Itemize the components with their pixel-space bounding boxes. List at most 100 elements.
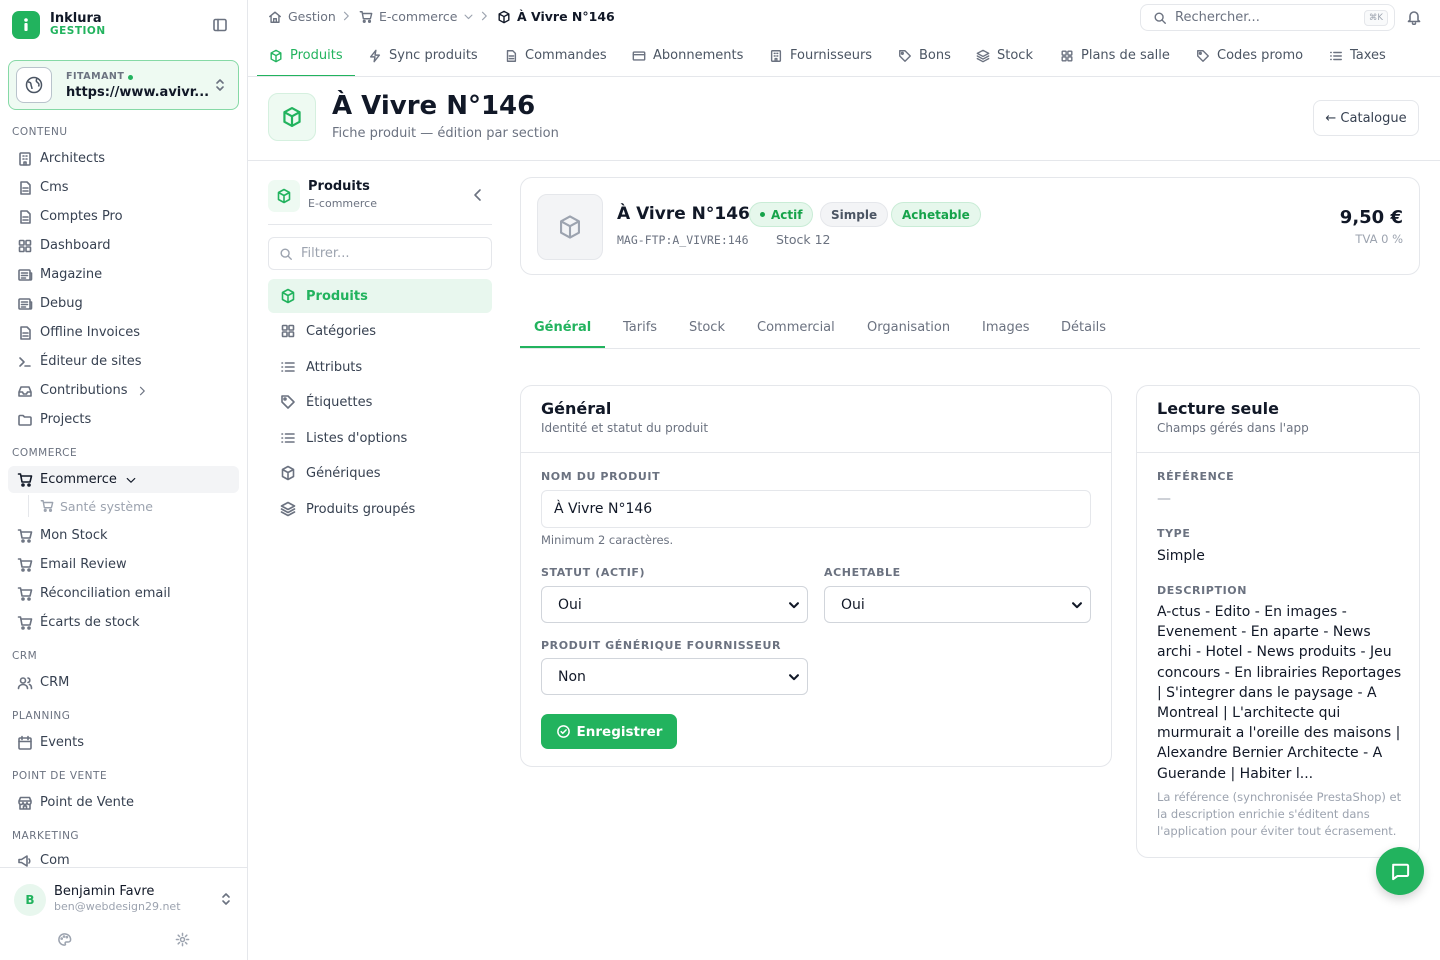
chat-button[interactable] [1376,847,1424,895]
home-icon [269,10,281,23]
reference-value: — [1157,491,1171,507]
sidebar-item-events[interactable]: Events [8,729,239,756]
tab-commercial[interactable]: Commercial [757,320,835,335]
sidebar-item-email-review[interactable]: Email Review [8,551,239,578]
back-to-catalogue-button[interactable]: ← Catalogue [1313,100,1419,136]
breadcrumb-ecommerce[interactable]: E-commerce [359,9,480,24]
tab-tarifs[interactable]: Tarifs [623,320,657,335]
status-dot [760,212,765,217]
sidebar-item-dashboard[interactable]: Dashboard [8,232,239,259]
purchasable-select[interactable]: Oui [824,586,1091,623]
sidebar-item-mon-stock[interactable]: Mon Stock [8,522,239,549]
subnav-item-produits[interactable]: Produits [268,279,492,313]
file-icon [506,49,517,62]
chevron-right-icon [343,11,349,21]
tab-fournisseurs[interactable]: Fournisseurs [769,34,872,76]
section-tabs: Général Tarifs Stock Commercial Organisa… [520,310,1420,349]
cart-icon [359,10,373,23]
subnav-item-attributs[interactable]: Attributs [268,350,492,384]
tab-taxes[interactable]: Taxes [1329,34,1386,76]
tab-details[interactable]: Détails [1061,320,1106,335]
sidebar-item-com[interactable]: Com [8,849,239,867]
subnav-item-listes-options[interactable]: Listes d'options [268,421,492,455]
subnav-item-generiques[interactable]: Génériques [268,456,492,490]
tab-stock[interactable]: Stock [976,34,1033,76]
chevron-left-icon[interactable] [470,187,486,203]
sidebar-item-projects[interactable]: Projects [8,406,239,433]
section-commerce: COMMERCE [12,447,78,459]
terminal-icon [19,356,31,367]
sidebar-item-reconciliation-email[interactable]: Réconciliation email [8,580,239,607]
box-icon [270,49,282,62]
sidebar-item-contributions[interactable]: Contributions [8,377,239,404]
tab-general[interactable]: Général [534,320,591,335]
workspace-switcher[interactable]: FITAMANT https://www.avivr... [8,60,239,110]
chevron-updown-icon [218,891,234,907]
user-menu[interactable]: B Benjamin Favre ben@webdesign29.net [0,867,247,960]
grid-icon [18,239,32,252]
palette-icon[interactable] [57,932,72,947]
subnav-item-produits-groupes[interactable]: Produits groupés [268,492,492,526]
cart-icon [17,586,33,601]
building-icon [19,151,31,166]
sidebar-item-magazine[interactable]: Magazine [8,261,239,288]
settings-gear-icon[interactable] [175,932,190,947]
search-shortcut: ⌘K [1363,10,1388,26]
sidebar-item-debug[interactable]: Debug [8,290,239,317]
card-subtitle: Identité et statut du produit [541,421,709,435]
subnav-filter-input[interactable]: Filtrer... [268,237,492,270]
box-icon [268,93,316,141]
tab-abonnements[interactable]: Abonnements [632,34,743,76]
generic-supplier-select[interactable]: Non [541,658,808,695]
product-name-input[interactable]: À Vivre N°146 [541,490,1091,528]
page-title: À Vivre N°146 [332,91,536,121]
tab-stock-section[interactable]: Stock [689,320,725,335]
sidebar-item-cms[interactable]: Cms [8,174,239,201]
list-icon [1330,51,1342,60]
credit-card-icon [632,50,646,61]
product-name-label: NOM DU PRODUIT [541,470,661,483]
bell-icon[interactable] [1406,9,1422,25]
tag-icon [899,49,911,62]
cart-icon [17,615,33,630]
purchasable-badge: Achetable [891,202,981,227]
sidebar-item-point-de-vente[interactable]: Point de Vente [8,789,239,816]
sidebar-item-sante-systeme[interactable]: Santé système [40,495,153,517]
layers-icon [976,49,990,62]
product-stock: Stock 12 [776,232,831,247]
tab-plans-de-salle[interactable]: Plans de salle [1060,34,1170,76]
subnav-item-categories[interactable]: Catégories [268,314,492,348]
tab-sync-produits[interactable]: Sync produits [368,34,478,76]
megaphone-icon [18,855,31,867]
calendar-icon [18,735,32,750]
save-button[interactable]: Enregistrer [541,714,677,749]
page-subtitle: Fiche produit — édition par section [332,126,559,141]
readonly-note: La référence (synchronisée PrestaShop) e… [1157,790,1402,838]
tab-organisation[interactable]: Organisation [867,320,950,335]
subnav-item-etiquettes[interactable]: Étiquettes [268,385,492,419]
tag-icon [1197,49,1209,62]
newspaper-icon [18,268,33,281]
sidebar-item-ecommerce[interactable]: Ecommerce [8,466,239,493]
tab-images[interactable]: Images [982,320,1030,335]
status-select[interactable]: Oui [541,586,808,623]
type-badge: Simple [820,202,889,227]
breadcrumb-home[interactable]: Gestion [268,9,336,24]
global-search[interactable]: Rechercher... ⌘K [1140,4,1395,31]
section-planning: PLANNING [12,710,71,722]
sidebar-item-offline-invoices[interactable]: Offline Invoices [8,319,239,346]
tab-commandes[interactable]: Commandes [504,34,607,76]
sidebar-item-crm[interactable]: CRM [8,669,239,696]
subnav-title: Produits [308,179,370,194]
sidebar-item-architects[interactable]: Architects [8,145,239,172]
tab-produits[interactable]: Produits [257,34,355,76]
brand[interactable]: Inklura GESTION [12,11,106,39]
tab-codes-promo[interactable]: Codes promo [1196,34,1303,76]
sidebar-toggle-icon[interactable] [212,17,228,33]
sidebar-item-comptes-pro[interactable]: Comptes Pro [8,203,239,230]
sidebar-item-ecarts-de-stock[interactable]: Écarts de stock [8,609,239,636]
tab-bons[interactable]: Bons [898,34,951,76]
product-name: À Vivre N°146 [617,204,750,224]
user-name: Benjamin Favre [54,884,155,899]
sidebar-item-editeur-de-sites[interactable]: Éditeur de sites [8,348,239,375]
